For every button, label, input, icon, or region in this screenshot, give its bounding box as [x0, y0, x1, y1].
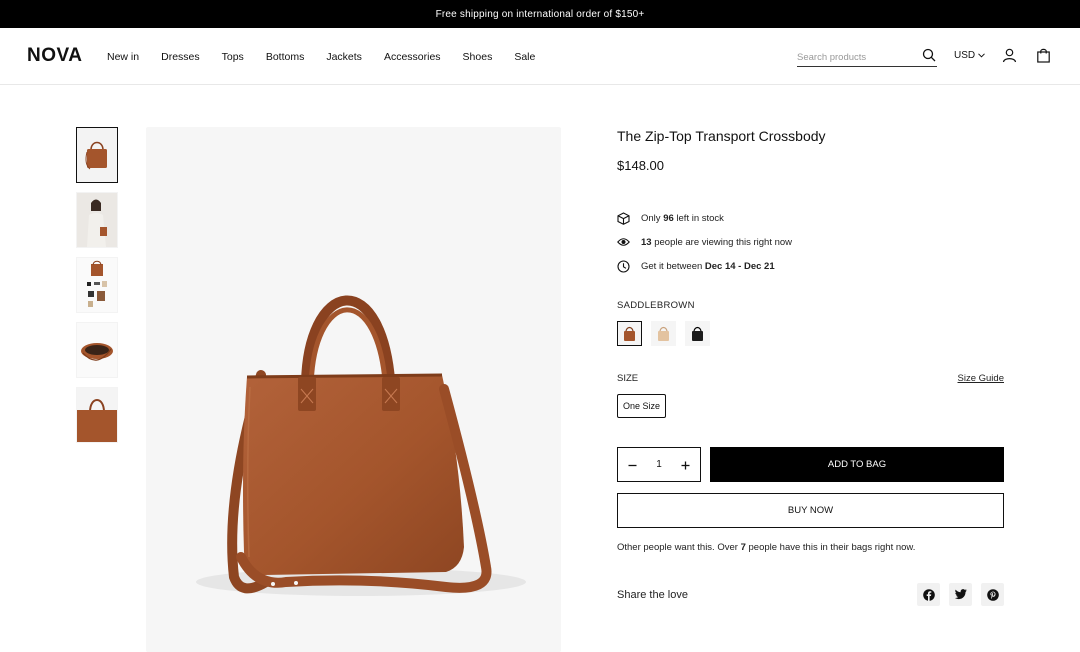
facebook-icon[interactable] [917, 583, 940, 606]
cart-row: 1 ADD TO BAG [617, 447, 1004, 482]
nav-dresses[interactable]: Dresses [161, 51, 200, 63]
delivery-prefix: Get it between [641, 260, 705, 272]
swatch-tan[interactable] [651, 321, 676, 346]
viewers-count: 13 [641, 236, 652, 248]
stock-prefix: Only [641, 212, 664, 224]
delivery-row: Get it between Dec 14 - Dec 21 [617, 254, 1004, 278]
site-header: NOVA New in Dresses Tops Bottoms Jackets… [0, 28, 1080, 85]
currency-label: USD [954, 50, 976, 61]
size-header: SIZE Size Guide [617, 373, 1004, 384]
thumbnail-interior[interactable] [76, 322, 118, 378]
quantity-stepper: 1 [617, 447, 701, 482]
social-proof: Other people want this. Over 7 people ha… [617, 542, 1004, 553]
eye-icon [617, 237, 631, 247]
add-to-bag-button[interactable]: ADD TO BAG [710, 447, 1004, 482]
nav-jackets[interactable]: Jackets [326, 51, 362, 63]
announcement-text: Free shipping on international order of … [435, 8, 645, 20]
user-icon[interactable] [1002, 48, 1017, 68]
buy-now-button[interactable]: BUY NOW [617, 493, 1004, 528]
social-suffix: people have this in their bags right now… [745, 542, 916, 553]
swatch-saddlebrown[interactable] [617, 321, 642, 346]
share-icons [917, 583, 1004, 606]
color-label: SADDLEBROWN [617, 300, 695, 311]
box-icon [617, 211, 631, 225]
product-info: The Zip-Top Transport Crossbody $148.00 … [617, 127, 1004, 606]
product-meta: Only 96 left in stock 13 people are view… [617, 206, 1004, 278]
product-title: The Zip-Top Transport Crossbody [617, 128, 826, 144]
search-icon[interactable] [922, 48, 936, 67]
size-label: SIZE [617, 373, 639, 384]
size-option-one-size[interactable]: One Size [617, 394, 667, 418]
minus-icon[interactable] [628, 457, 637, 473]
nav-shoes[interactable]: Shoes [463, 51, 493, 63]
swatch-black[interactable] [685, 321, 710, 346]
product-price: $148.00 [617, 158, 664, 173]
social-prefix: Other people want this. Over [617, 542, 741, 553]
pinterest-icon[interactable] [981, 583, 1004, 606]
size-guide-link[interactable]: Size Guide [958, 373, 1004, 384]
plus-icon[interactable] [681, 457, 690, 473]
bag-illustration [196, 295, 526, 596]
chevron-down-icon [978, 50, 985, 61]
viewers-row: 13 people are viewing this right now [617, 230, 1004, 254]
nav-sale[interactable]: Sale [514, 51, 535, 63]
share-row: Share the love [617, 583, 1004, 606]
color-swatches [617, 321, 1004, 346]
share-label: Share the love [617, 588, 688, 601]
main-product-image[interactable] [146, 127, 561, 652]
thumbnail-gallery [76, 127, 118, 452]
thumbnail-model[interactable] [76, 192, 118, 248]
twitter-icon[interactable] [949, 583, 972, 606]
clock-icon [617, 259, 631, 273]
search-box [797, 47, 937, 67]
viewers-suffix: people are viewing this right now [651, 236, 793, 248]
stock-suffix: left in stock [673, 212, 724, 224]
quantity-value[interactable]: 1 [656, 459, 662, 470]
thumbnail-detail[interactable] [76, 387, 118, 443]
nav-new-in[interactable]: New in [107, 51, 139, 63]
thumbnail-bag-front[interactable] [76, 127, 118, 183]
currency-selector[interactable]: USD [954, 50, 985, 61]
main-nav: New in Dresses Tops Bottoms Jackets Acce… [107, 28, 557, 85]
shopping-bag-icon[interactable] [1036, 48, 1051, 68]
nav-tops[interactable]: Tops [222, 51, 244, 63]
thumbnail-contents[interactable] [76, 257, 118, 313]
search-input[interactable] [797, 49, 915, 63]
delivery-range: Dec 14 - Dec 21 [704, 260, 775, 272]
announcement-bar: Free shipping on international order of … [0, 0, 1080, 28]
stock-count: 96 [663, 212, 674, 224]
nav-accessories[interactable]: Accessories [384, 51, 441, 63]
stock-row: Only 96 left in stock [617, 206, 1004, 230]
logo[interactable]: NOVA [27, 45, 82, 67]
nav-bottoms[interactable]: Bottoms [266, 51, 305, 63]
